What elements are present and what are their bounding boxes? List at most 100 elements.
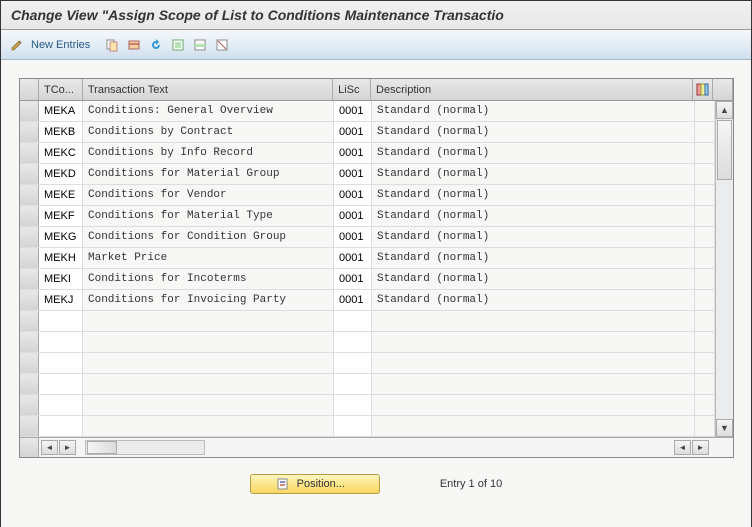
table-row (20, 353, 715, 374)
cell-transaction-text: Conditions for Vendor (83, 185, 334, 205)
cell-description: Standard (normal) (372, 269, 695, 289)
row-selector[interactable] (20, 206, 39, 226)
cell-lisc[interactable] (334, 353, 372, 373)
cell-tcode[interactable]: MEKB (39, 122, 83, 142)
cell-tcode[interactable]: MEKD (39, 164, 83, 184)
cell-description (372, 311, 695, 331)
column-lisc[interactable]: LiSc (333, 79, 371, 100)
cell-lisc[interactable] (334, 395, 372, 415)
hscroll1-left-icon[interactable]: ◄ (41, 440, 58, 455)
copy-as-icon[interactable] (104, 37, 120, 53)
row-selector[interactable] (20, 185, 39, 205)
cell-tcode[interactable]: MEKC (39, 143, 83, 163)
row-selector[interactable] (20, 227, 39, 247)
row-selector[interactable] (20, 374, 39, 394)
scroll-up-icon[interactable]: ▲ (716, 101, 733, 119)
cell-description (372, 395, 695, 415)
hscroll3-left-icon[interactable]: ◄ (674, 440, 691, 455)
cell-lisc[interactable]: 0001 (334, 164, 372, 184)
cell-lisc[interactable]: 0001 (334, 290, 372, 310)
row-selector[interactable] (20, 311, 39, 331)
cell-padding (695, 269, 715, 289)
row-selector[interactable] (20, 143, 39, 163)
cell-description: Standard (normal) (372, 227, 695, 247)
cell-description: Standard (normal) (372, 185, 695, 205)
row-selector[interactable] (20, 164, 39, 184)
cell-tcode[interactable] (39, 416, 83, 436)
header-row-selector[interactable] (20, 79, 39, 100)
cell-tcode[interactable] (39, 374, 83, 394)
hscroll1-right-icon[interactable]: ► (59, 440, 76, 455)
cell-tcode[interactable]: MEKE (39, 185, 83, 205)
undo-change-icon[interactable] (148, 37, 164, 53)
cell-lisc[interactable]: 0001 (334, 185, 372, 205)
cell-padding (695, 164, 715, 184)
cell-transaction-text: Conditions for Invoicing Party (83, 290, 334, 310)
cell-lisc[interactable] (334, 311, 372, 331)
column-tcode[interactable]: TCo... (39, 79, 83, 100)
row-selector[interactable] (20, 101, 39, 121)
cell-tcode[interactable] (39, 332, 83, 352)
row-selector[interactable] (20, 332, 39, 352)
row-selector[interactable] (20, 395, 39, 415)
table-row: MEKDConditions for Material Group0001Sta… (20, 164, 715, 185)
vertical-scrollbar[interactable]: ▲ ▼ (715, 101, 733, 437)
cell-description: Standard (normal) (372, 206, 695, 226)
table-settings-icon[interactable] (693, 79, 713, 100)
cell-transaction-text: Conditions for Incoterms (83, 269, 334, 289)
position-button[interactable]: Position... (250, 474, 380, 494)
toggle-display-change-icon[interactable] (9, 37, 25, 53)
cell-lisc[interactable]: 0001 (334, 122, 372, 142)
cell-tcode[interactable]: MEKG (39, 227, 83, 247)
cell-tcode[interactable] (39, 311, 83, 331)
cell-lisc[interactable]: 0001 (334, 269, 372, 289)
cell-lisc[interactable]: 0001 (334, 206, 372, 226)
cell-padding (695, 143, 715, 163)
cell-tcode[interactable]: MEKA (39, 101, 83, 121)
cell-padding (695, 227, 715, 247)
cell-transaction-text (83, 332, 334, 352)
new-entries-button[interactable]: New Entries (31, 39, 90, 51)
cell-transaction-text: Conditions by Info Record (83, 143, 334, 163)
cell-lisc[interactable] (334, 332, 372, 352)
select-block-icon[interactable] (192, 37, 208, 53)
cell-transaction-text: Conditions for Material Type (83, 206, 334, 226)
cell-padding (695, 185, 715, 205)
cell-tcode[interactable] (39, 395, 83, 415)
row-selector[interactable] (20, 122, 39, 142)
hscroll3-right-icon[interactable]: ► (692, 440, 709, 455)
select-all-icon[interactable] (170, 37, 186, 53)
column-transaction-text[interactable]: Transaction Text (83, 79, 333, 100)
column-description[interactable]: Description (371, 79, 693, 100)
cell-description (372, 353, 695, 373)
table-row (20, 332, 715, 353)
row-selector[interactable] (20, 290, 39, 310)
cell-lisc[interactable] (334, 374, 372, 394)
row-selector[interactable] (20, 353, 39, 373)
application-toolbar: New Entries (1, 30, 751, 60)
deselect-all-icon[interactable] (214, 37, 230, 53)
scroll-thumb[interactable] (717, 120, 732, 180)
cell-tcode[interactable]: MEKJ (39, 290, 83, 310)
table-control: TCo... Transaction Text LiSc Description… (19, 78, 734, 458)
cell-padding (695, 395, 715, 415)
delete-icon[interactable] (126, 37, 142, 53)
scroll-down-icon[interactable]: ▼ (716, 419, 733, 437)
row-selector[interactable] (20, 416, 39, 436)
cell-transaction-text (83, 374, 334, 394)
cell-lisc[interactable]: 0001 (334, 248, 372, 268)
cell-lisc[interactable]: 0001 (334, 101, 372, 121)
table-row: MEKBConditions by Contract0001Standard (… (20, 122, 715, 143)
cell-tcode[interactable]: MEKH (39, 248, 83, 268)
row-selector[interactable] (20, 269, 39, 289)
cell-description: Standard (normal) (372, 122, 695, 142)
hscroll2-thumb[interactable] (87, 441, 117, 454)
hscroll2-track[interactable] (85, 440, 205, 455)
cell-lisc[interactable]: 0001 (334, 143, 372, 163)
cell-tcode[interactable]: MEKI (39, 269, 83, 289)
cell-tcode[interactable] (39, 353, 83, 373)
cell-tcode[interactable]: MEKF (39, 206, 83, 226)
cell-lisc[interactable] (334, 416, 372, 436)
cell-lisc[interactable]: 0001 (334, 227, 372, 247)
row-selector[interactable] (20, 248, 39, 268)
